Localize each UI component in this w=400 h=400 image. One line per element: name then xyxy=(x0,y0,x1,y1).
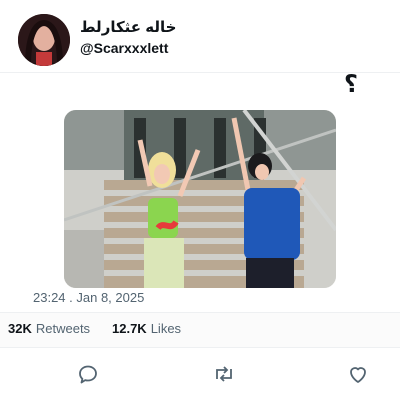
retweets-count: 32K xyxy=(8,321,32,336)
author-display-name[interactable]: خاله عثكارلط xyxy=(80,18,176,36)
likes-stat[interactable]: 12.7K Likes xyxy=(112,321,181,336)
like-button[interactable] xyxy=(346,362,370,386)
retweets-label: Retweets xyxy=(35,321,91,336)
heart-icon xyxy=(350,367,366,383)
avatar-image xyxy=(18,14,70,66)
engagement-stats: 32K Retweets 12.7K Likes xyxy=(0,312,400,348)
media-image xyxy=(64,110,336,288)
retweet-icon xyxy=(216,366,232,382)
likes-label: Likes xyxy=(150,321,182,336)
tweet-media[interactable] xyxy=(64,110,336,288)
retweet-button[interactable] xyxy=(212,362,236,386)
avatar[interactable] xyxy=(18,14,70,66)
tweet-actions xyxy=(0,360,400,390)
reply-icon xyxy=(79,365,97,384)
reply-button[interactable] xyxy=(76,362,100,386)
likes-count: 12.7K xyxy=(112,321,147,336)
tweet-timestamp[interactable]: 23:24 . Jan 8, 2025 xyxy=(33,290,144,305)
author-handle[interactable]: @Scarxxxlett xyxy=(80,40,168,56)
tweet-text: ؟ xyxy=(344,71,358,98)
retweets-stat[interactable]: 32K Retweets xyxy=(8,321,90,336)
